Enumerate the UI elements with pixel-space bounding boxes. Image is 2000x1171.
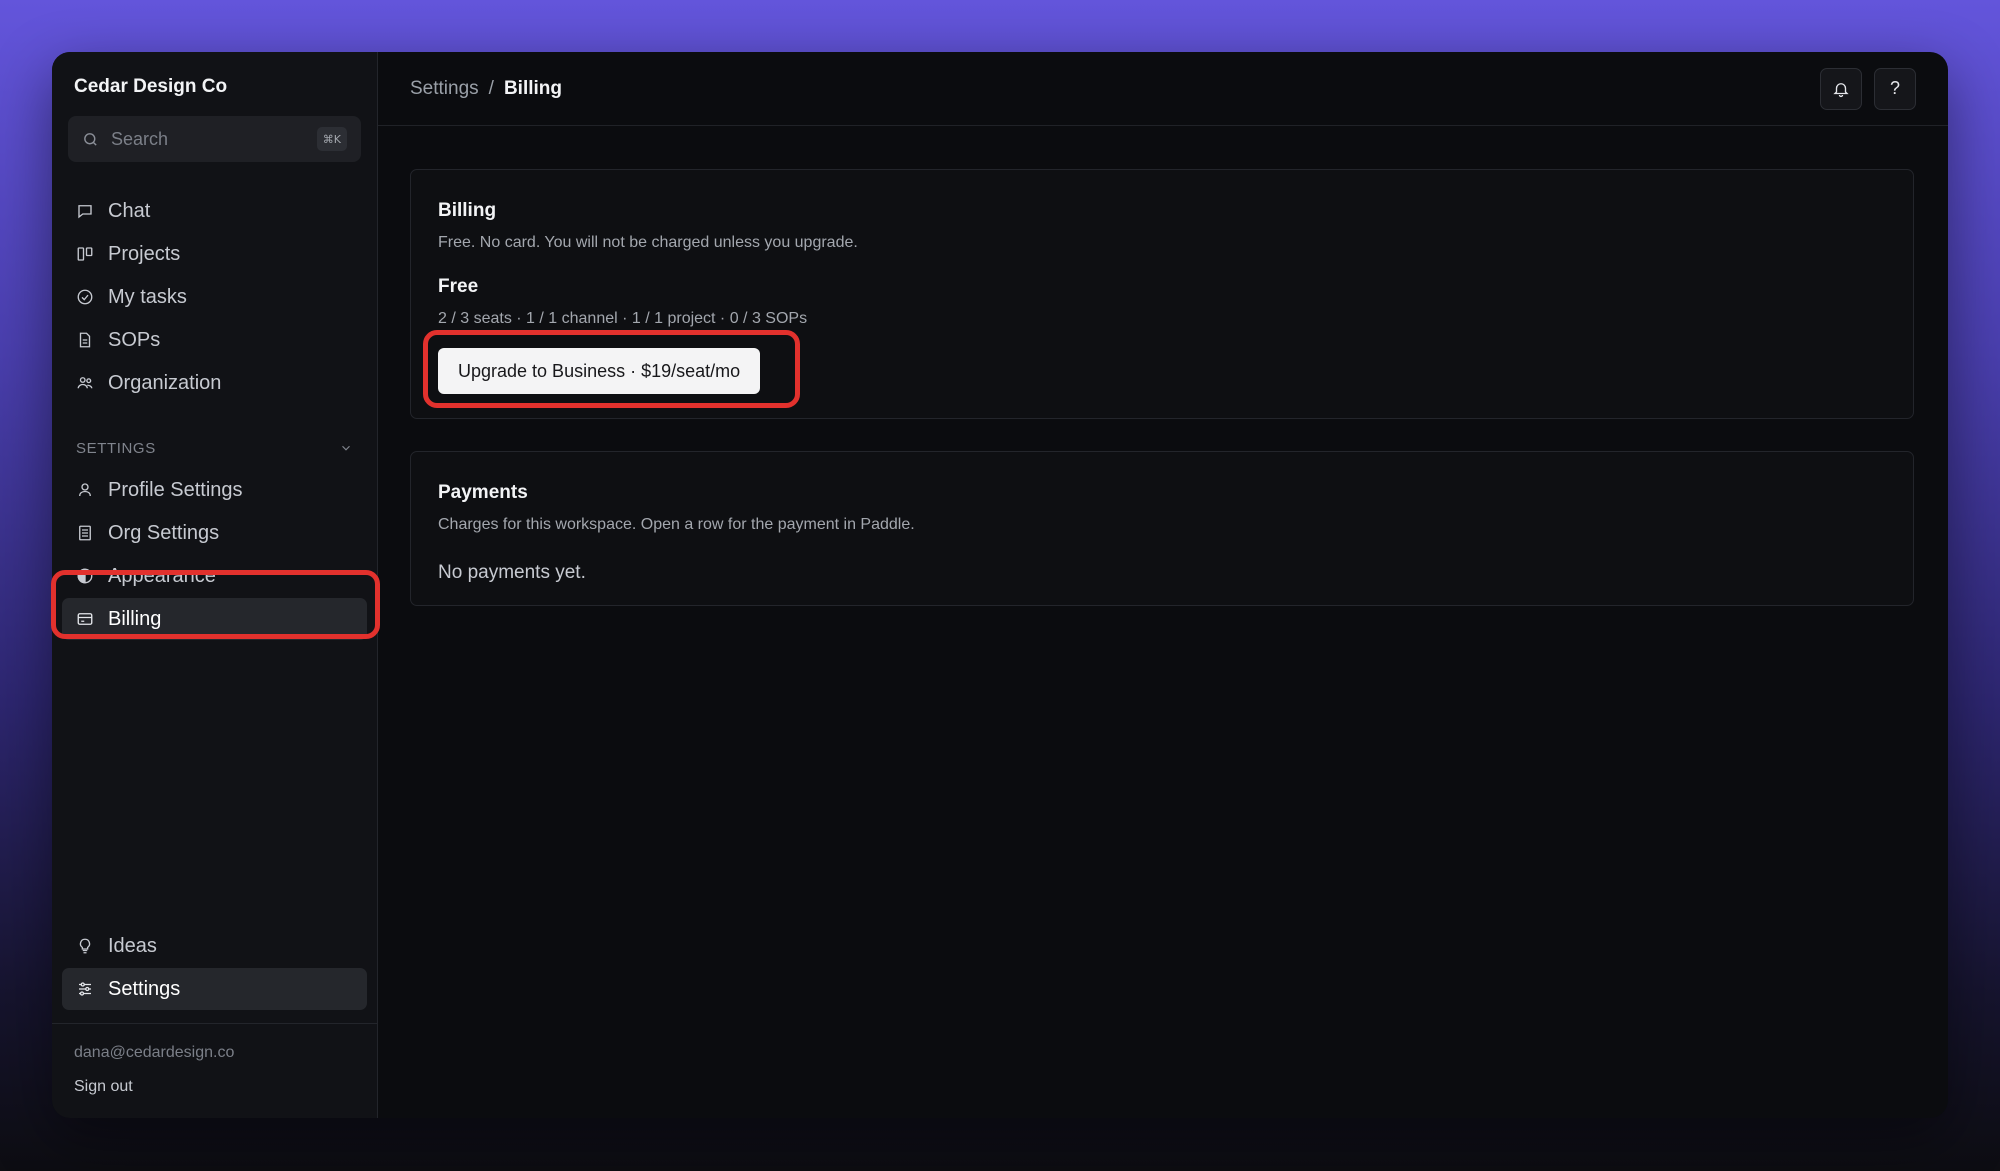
list-document-icon xyxy=(76,524,94,542)
sidebar-item-label: Org Settings xyxy=(108,521,220,544)
user-icon xyxy=(76,481,94,499)
plan-usage: 2 / 3 seats · 1 / 1 channel · 1 / 1 proj… xyxy=(438,310,808,327)
help-button[interactable]: ? xyxy=(1874,67,1916,110)
lightbulb-icon xyxy=(76,937,94,955)
sidebar-item-settings[interactable]: Settings xyxy=(62,968,367,1010)
payments-title: Payments xyxy=(438,482,528,503)
search-input[interactable] xyxy=(111,128,291,150)
main-nav: Chat Projects My tasks SOPs Organization xyxy=(52,190,377,405)
billing-description: Free. No card. You will not be charged u… xyxy=(438,234,858,251)
app-window: Cedar Design Co ⌘K Chat Projects My task… xyxy=(52,52,1948,1118)
payments-empty-state: No payments yet. xyxy=(438,562,586,583)
half-circle-icon xyxy=(76,567,94,585)
top-actions: ? xyxy=(1820,67,1916,110)
sidebar: Cedar Design Co ⌘K Chat Projects My task… xyxy=(52,52,378,1118)
users-icon xyxy=(76,374,94,392)
sidebar-item-label: Projects xyxy=(108,242,181,265)
sidebar-item-label: Organization xyxy=(108,371,222,394)
settings-section-toggle[interactable]: SETTINGS xyxy=(62,433,367,463)
credit-card-icon xyxy=(76,610,94,628)
chevron-down-icon xyxy=(342,445,350,451)
breadcrumb-parent[interactable]: Settings xyxy=(410,78,479,100)
sidebar-item-profile-settings[interactable]: Profile Settings xyxy=(62,469,367,511)
search-shortcut-badge: ⌘K xyxy=(316,127,347,151)
sidebar-item-label: Appearance xyxy=(108,564,216,587)
sidebar-item-label: SOPs xyxy=(108,328,161,351)
breadcrumb: Settings / Billing xyxy=(410,78,562,100)
bell-icon xyxy=(1833,82,1849,97)
breadcrumb-current: Billing xyxy=(503,77,562,99)
sign-out-link[interactable]: Sign out xyxy=(74,1078,355,1096)
document-icon xyxy=(76,331,94,349)
main-content: Settings / Billing ? Billing Free. No ca… xyxy=(378,52,1948,1118)
upgrade-button[interactable]: Upgrade to Business · $19/seat/mo xyxy=(438,348,761,394)
sidebar-item-appearance[interactable]: Appearance xyxy=(62,555,367,597)
org-name: Cedar Design Co xyxy=(74,76,228,97)
sidebar-item-label: Profile Settings xyxy=(108,478,243,501)
sidebar-item-label: Ideas xyxy=(108,934,157,957)
sidebar-item-label: My tasks xyxy=(108,285,187,308)
sidebar-item-chat[interactable]: Chat xyxy=(62,190,367,232)
account-section: dana@cedardesign.co Sign out xyxy=(52,1024,377,1118)
account-email: dana@cedardesign.co xyxy=(74,1044,235,1061)
sidebar-item-projects[interactable]: Projects xyxy=(62,233,367,275)
sidebar-item-sops[interactable]: SOPs xyxy=(62,319,367,361)
sidebar-item-billing[interactable]: Billing xyxy=(62,598,367,640)
sidebar-item-my-tasks[interactable]: My tasks xyxy=(62,276,367,318)
settings-section-label: SETTINGS xyxy=(76,439,156,457)
check-circle-icon xyxy=(76,288,94,306)
sidebar-item-label: Billing xyxy=(108,607,162,630)
billing-title: Billing xyxy=(438,200,497,221)
search-icon xyxy=(84,132,97,146)
payments-card: Payments Charges for this workspace. Ope… xyxy=(410,451,1914,606)
sidebar-bottom: Ideas Settings dana@cedardesign.co Sign … xyxy=(52,925,377,1118)
sliders-icon xyxy=(76,980,94,998)
plan-name: Free xyxy=(438,276,479,297)
sidebar-item-ideas[interactable]: Ideas xyxy=(62,925,367,967)
breadcrumb-separator: / xyxy=(488,77,494,99)
sidebar-item-org-settings[interactable]: Org Settings xyxy=(62,512,367,554)
bottom-nav: Ideas Settings xyxy=(52,925,377,1024)
board-icon xyxy=(76,245,94,263)
search-box[interactable]: ⌘K xyxy=(68,116,361,162)
chat-icon xyxy=(76,202,94,220)
settings-nav: Profile Settings Org Settings Appearance… xyxy=(52,469,377,641)
top-bar: Settings / Billing ? xyxy=(378,52,1948,126)
sidebar-item-label: Chat xyxy=(108,199,151,222)
billing-card: Billing Free. No card. You will not be c… xyxy=(410,169,1914,419)
payments-description: Charges for this workspace. Open a row f… xyxy=(438,516,915,533)
notifications-button[interactable] xyxy=(1820,67,1862,110)
sidebar-item-organization[interactable]: Organization xyxy=(62,362,367,404)
sidebar-item-label: Settings xyxy=(108,977,181,1000)
